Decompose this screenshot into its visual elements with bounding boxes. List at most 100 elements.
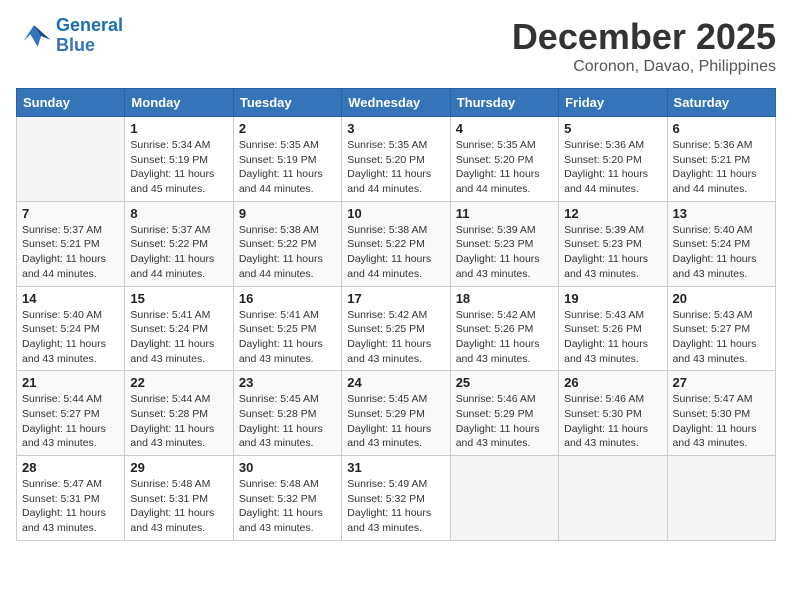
day-info: Sunrise: 5:45 AM Sunset: 5:28 PM Dayligh… [239, 392, 336, 451]
day-info: Sunrise: 5:35 AM Sunset: 5:20 PM Dayligh… [347, 138, 444, 197]
day-info: Sunrise: 5:34 AM Sunset: 5:19 PM Dayligh… [130, 138, 227, 197]
day-number: 14 [22, 291, 119, 306]
calendar-cell: 1 Sunrise: 5:34 AM Sunset: 5:19 PM Daylig… [125, 117, 233, 202]
day-number: 17 [347, 291, 444, 306]
calendar-week-3: 14 Sunrise: 5:40 AM Sunset: 5:24 PM Dayli… [17, 286, 776, 371]
calendar-cell: 4 Sunrise: 5:35 AM Sunset: 5:20 PM Daylig… [450, 117, 558, 202]
day-info: Sunrise: 5:47 AM Sunset: 5:31 PM Dayligh… [22, 477, 119, 536]
day-info: Sunrise: 5:48 AM Sunset: 5:31 PM Dayligh… [130, 477, 227, 536]
calendar-cell: 26 Sunrise: 5:46 AM Sunset: 5:30 PM Dayli… [559, 371, 667, 456]
header-wednesday: Wednesday [342, 89, 450, 117]
calendar-cell: 27 Sunrise: 5:47 AM Sunset: 5:30 PM Dayli… [667, 371, 775, 456]
day-number: 19 [564, 291, 661, 306]
day-number: 18 [456, 291, 553, 306]
day-number: 13 [673, 206, 770, 221]
calendar-cell: 20Sunrise: 5:43 AM Sunset: 5:27 PM Dayli… [667, 286, 775, 371]
day-number: 21 [22, 375, 119, 390]
calendar-cell: 19 Sunrise: 5:43 AM Sunset: 5:26 PM Dayli… [559, 286, 667, 371]
day-info: Sunrise: 5:45 AM Sunset: 5:29 PM Dayligh… [347, 392, 444, 451]
calendar-cell: 6 Sunrise: 5:36 AM Sunset: 5:21 PM Daylig… [667, 117, 775, 202]
day-number: 2 [239, 121, 336, 136]
calendar-week-4: 21 Sunrise: 5:44 AM Sunset: 5:27 PM Dayli… [17, 371, 776, 456]
day-number: 6 [673, 121, 770, 136]
day-info: Sunrise: 5:49 AM Sunset: 5:32 PM Dayligh… [347, 477, 444, 536]
calendar-cell: 3 Sunrise: 5:35 AM Sunset: 5:20 PM Daylig… [342, 117, 450, 202]
day-info: Sunrise: 5:46 AM Sunset: 5:29 PM Dayligh… [456, 392, 553, 451]
calendar-cell: 14 Sunrise: 5:40 AM Sunset: 5:24 PM Dayli… [17, 286, 125, 371]
calendar-cell: 17 Sunrise: 5:42 AM Sunset: 5:25 PM Dayli… [342, 286, 450, 371]
day-number: 29 [130, 460, 227, 475]
day-info: Sunrise: 5:47 AM Sunset: 5:30 PM Dayligh… [673, 392, 770, 451]
day-info: Sunrise: 5:37 AM Sunset: 5:21 PM Dayligh… [22, 223, 119, 282]
calendar-cell: 30Sunrise: 5:48 AM Sunset: 5:32 PM Dayli… [233, 456, 341, 541]
header-tuesday: Tuesday [233, 89, 341, 117]
day-info: Sunrise: 5:48 AM Sunset: 5:32 PM Dayligh… [239, 477, 336, 536]
calendar-cell [667, 456, 775, 541]
calendar-week-1: 1 Sunrise: 5:34 AM Sunset: 5:19 PM Daylig… [17, 117, 776, 202]
day-number: 9 [239, 206, 336, 221]
day-number: 22 [130, 375, 227, 390]
calendar-cell: 12Sunrise: 5:39 AM Sunset: 5:23 PM Dayli… [559, 201, 667, 286]
calendar-table: Sunday Monday Tuesday Wednesday Thursday… [16, 88, 776, 541]
calendar-cell: 31 Sunrise: 5:49 AM Sunset: 5:32 PM Dayli… [342, 456, 450, 541]
day-info: Sunrise: 5:36 AM Sunset: 5:21 PM Dayligh… [673, 138, 770, 197]
calendar-cell: 7 Sunrise: 5:37 AM Sunset: 5:21 PM Daylig… [17, 201, 125, 286]
day-info: Sunrise: 5:38 AM Sunset: 5:22 PM Dayligh… [347, 223, 444, 282]
calendar-cell: 16 Sunrise: 5:41 AM Sunset: 5:25 PM Dayli… [233, 286, 341, 371]
day-number: 1 [130, 121, 227, 136]
day-number: 11 [456, 206, 553, 221]
day-info: Sunrise: 5:35 AM Sunset: 5:19 PM Dayligh… [239, 138, 336, 197]
header-sunday: Sunday [17, 89, 125, 117]
calendar-cell: 15 Sunrise: 5:41 AM Sunset: 5:24 PM Dayli… [125, 286, 233, 371]
day-info: Sunrise: 5:39 AM Sunset: 5:23 PM Dayligh… [564, 223, 661, 282]
day-info: Sunrise: 5:35 AM Sunset: 5:20 PM Dayligh… [456, 138, 553, 197]
day-number: 26 [564, 375, 661, 390]
day-info: Sunrise: 5:41 AM Sunset: 5:24 PM Dayligh… [130, 308, 227, 367]
calendar-cell [450, 456, 558, 541]
header-thursday: Thursday [450, 89, 558, 117]
day-number: 27 [673, 375, 770, 390]
header-saturday: Saturday [667, 89, 775, 117]
calendar-cell: 28Sunrise: 5:47 AM Sunset: 5:31 PM Dayli… [17, 456, 125, 541]
day-number: 4 [456, 121, 553, 136]
calendar-cell: 22 Sunrise: 5:44 AM Sunset: 5:28 PM Dayli… [125, 371, 233, 456]
day-info: Sunrise: 5:38 AM Sunset: 5:22 PM Dayligh… [239, 223, 336, 282]
logo-text: General Blue [56, 16, 123, 56]
location-subtitle: Coronon, Davao, Philippines [512, 58, 776, 76]
day-number: 16 [239, 291, 336, 306]
calendar-cell: 24 Sunrise: 5:45 AM Sunset: 5:29 PM Dayli… [342, 371, 450, 456]
day-info: Sunrise: 5:40 AM Sunset: 5:24 PM Dayligh… [673, 223, 770, 282]
day-info: Sunrise: 5:36 AM Sunset: 5:20 PM Dayligh… [564, 138, 661, 197]
calendar-cell: 11 Sunrise: 5:39 AM Sunset: 5:23 PM Dayli… [450, 201, 558, 286]
calendar-cell: 23Sunrise: 5:45 AM Sunset: 5:28 PM Dayli… [233, 371, 341, 456]
logo-line2: Blue [56, 35, 95, 55]
calendar-cell: 18Sunrise: 5:42 AM Sunset: 5:26 PM Dayli… [450, 286, 558, 371]
day-info: Sunrise: 5:42 AM Sunset: 5:25 PM Dayligh… [347, 308, 444, 367]
day-info: Sunrise: 5:44 AM Sunset: 5:28 PM Dayligh… [130, 392, 227, 451]
calendar-cell: 21 Sunrise: 5:44 AM Sunset: 5:27 PM Dayli… [17, 371, 125, 456]
calendar-cell: 9 Sunrise: 5:38 AM Sunset: 5:22 PM Daylig… [233, 201, 341, 286]
day-number: 8 [130, 206, 227, 221]
calendar-week-5: 28Sunrise: 5:47 AM Sunset: 5:31 PM Dayli… [17, 456, 776, 541]
day-info: Sunrise: 5:37 AM Sunset: 5:22 PM Dayligh… [130, 223, 227, 282]
day-info: Sunrise: 5:44 AM Sunset: 5:27 PM Dayligh… [22, 392, 119, 451]
day-number: 31 [347, 460, 444, 475]
calendar-cell: 8 Sunrise: 5:37 AM Sunset: 5:22 PM Daylig… [125, 201, 233, 286]
month-title: December 2025 [512, 16, 776, 58]
day-number: 3 [347, 121, 444, 136]
day-number: 7 [22, 206, 119, 221]
logo: General Blue [16, 16, 123, 56]
header-monday: Monday [125, 89, 233, 117]
day-number: 15 [130, 291, 227, 306]
day-info: Sunrise: 5:46 AM Sunset: 5:30 PM Dayligh… [564, 392, 661, 451]
day-info: Sunrise: 5:39 AM Sunset: 5:23 PM Dayligh… [456, 223, 553, 282]
day-info: Sunrise: 5:43 AM Sunset: 5:26 PM Dayligh… [564, 308, 661, 367]
calendar-cell: 5Sunrise: 5:36 AM Sunset: 5:20 PM Daylig… [559, 117, 667, 202]
calendar-header-row: Sunday Monday Tuesday Wednesday Thursday… [17, 89, 776, 117]
day-number: 24 [347, 375, 444, 390]
calendar-cell: 25Sunrise: 5:46 AM Sunset: 5:29 PM Dayli… [450, 371, 558, 456]
day-info: Sunrise: 5:40 AM Sunset: 5:24 PM Dayligh… [22, 308, 119, 367]
day-info: Sunrise: 5:41 AM Sunset: 5:25 PM Dayligh… [239, 308, 336, 367]
header: General Blue December 2025 Coronon, Dava… [16, 16, 776, 76]
calendar-week-2: 7 Sunrise: 5:37 AM Sunset: 5:21 PM Daylig… [17, 201, 776, 286]
